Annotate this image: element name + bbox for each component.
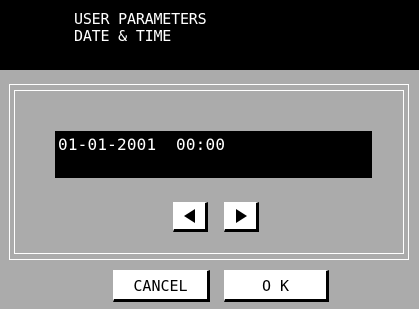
date-time-field[interactable]: 01-01-2001 00:00 xyxy=(55,131,372,178)
title-line-2: DATE & TIME xyxy=(74,27,172,45)
cancel-button-label: CANCEL xyxy=(133,277,188,295)
date-time-value: 01-01-2001 00:00 xyxy=(58,135,226,154)
arrow-left-icon xyxy=(184,209,195,223)
arrow-right-icon xyxy=(236,209,247,223)
ok-button[interactable]: O K xyxy=(224,270,329,302)
cursor-left-button[interactable] xyxy=(173,202,208,232)
ok-button-label: O K xyxy=(261,277,290,295)
title-bar: USER PARAMETERS DATE & TIME xyxy=(0,0,419,70)
screen: USER PARAMETERS DATE & TIME 01-01-2001 0… xyxy=(0,0,419,309)
cancel-button[interactable]: CANCEL xyxy=(113,270,210,302)
title-line-1: USER PARAMETERS xyxy=(74,10,207,28)
cursor-right-button[interactable] xyxy=(224,202,259,232)
